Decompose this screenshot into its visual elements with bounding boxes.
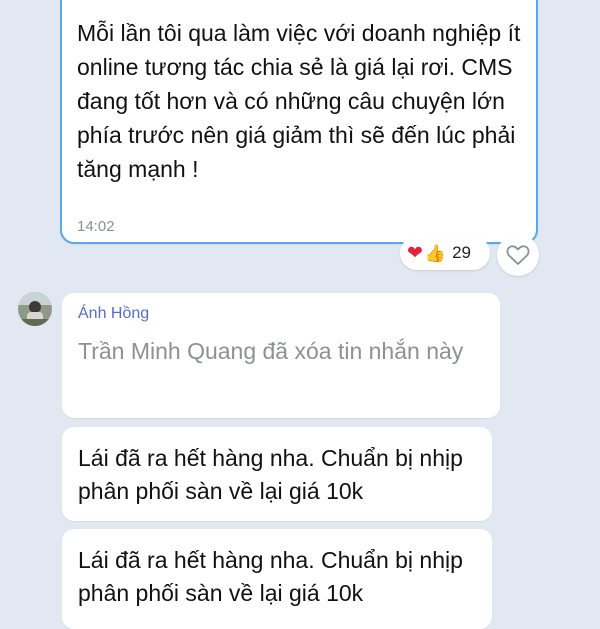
reaction-summary[interactable]: ❤ 👍 29 (400, 236, 490, 270)
thumbs-up-reaction-icon: 👍 (424, 243, 447, 263)
message-text: Mỗi lần tôi qua làm việc với doanh nghiệ… (77, 20, 521, 182)
heart-reaction-icon: ❤ (407, 242, 423, 264)
message-text: Lái đã ra hết hàng nha. Chuẩn bị nhịp ph… (78, 547, 463, 606)
received-message-bubble[interactable]: Ánh Hồng Trần Minh Quang đã xóa tin nhắn… (62, 293, 500, 418)
selected-sent-message-bubble[interactable]: Mỗi lần tôi qua làm việc với doanh nghiệ… (60, 0, 538, 244)
sender-avatar[interactable] (18, 292, 52, 326)
avatar-photo (18, 292, 52, 326)
deleted-message-notice: Trần Minh Quang đã xóa tin nhắn này (78, 338, 464, 364)
reaction-count: 29 (452, 243, 472, 262)
message-timestamp: 14:02 (77, 218, 115, 235)
react-heart-button[interactable] (497, 234, 539, 276)
received-message-bubble[interactable]: Lái đã ra hết hàng nha. Chuẩn bị nhịp ph… (62, 529, 492, 629)
heart-outline-icon (506, 245, 530, 265)
received-message-bubble[interactable]: Lái đã ra hết hàng nha. Chuẩn bị nhịp ph… (62, 427, 492, 521)
message-text: Lái đã ra hết hàng nha. Chuẩn bị nhịp ph… (78, 445, 463, 504)
sender-name[interactable]: Ánh Hồng (78, 305, 149, 323)
